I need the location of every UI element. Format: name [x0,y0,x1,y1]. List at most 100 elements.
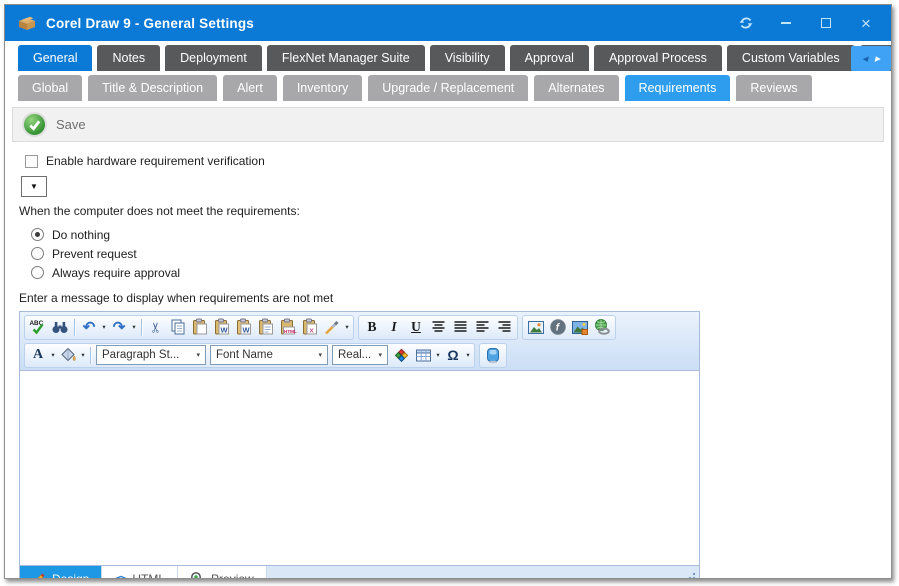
hyperlink-button[interactable] [591,317,613,338]
tab-approval[interactable]: Approval [510,45,589,71]
chevron-down-icon: ▼ [30,182,38,191]
find-button[interactable] [49,317,71,338]
redo-icon: ↷ [113,320,126,335]
spellcheck-button[interactable]: ABC [27,317,49,338]
design-mode-tab[interactable]: Design [20,566,102,579]
cut-button[interactable]: ✂ [145,317,167,338]
scroll-right-icon[interactable]: ▸ [875,52,881,65]
background-color-dropdown-caret[interactable]: ▾ [79,351,87,359]
tab-general[interactable]: General [18,45,92,71]
paste-as-html-button[interactable]: HTML [277,317,299,338]
tab-flexnet-manager-suite[interactable]: FlexNet Manager Suite [267,45,425,71]
media-manager-button[interactable] [482,345,504,366]
redo-button[interactable]: ↷ [108,317,130,338]
tab-custom-variables[interactable]: Custom Variables [727,45,855,71]
hardware-verification-checkbox[interactable] [25,155,38,168]
paste-special-button[interactable]: x [299,317,321,338]
html-mode-label: HTML [132,572,165,580]
tab-notes[interactable]: Notes [97,45,160,71]
do-nothing-radio[interactable] [31,228,44,241]
subtab-alternates[interactable]: Alternates [534,75,618,101]
color-swatch-button[interactable] [390,345,412,366]
align-justify-button[interactable] [449,317,471,338]
subtab-global[interactable]: Global [18,75,82,101]
align-justify-icon [453,320,468,334]
toolbar-separator [141,319,142,336]
flash-icon: f [549,318,567,336]
tab-visibility[interactable]: Visibility [430,45,505,71]
html-mode-tab[interactable]: <> HTML [102,566,178,579]
resize-grip[interactable] [684,573,696,579]
undo-button[interactable]: ↶ [78,317,100,338]
insert-flash-button[interactable]: f [547,317,569,338]
editor-content[interactable] [20,371,699,565]
tab-approval-process[interactable]: Approval Process [594,45,722,71]
italic-icon: I [391,319,396,335]
bold-button[interactable]: B [361,317,383,338]
align-center-button[interactable] [427,317,449,338]
subtab-reviews[interactable]: Reviews [736,75,811,101]
background-color-button[interactable] [57,345,79,366]
format-painter-button[interactable] [321,317,343,338]
subtab-upgrade-replacement[interactable]: Upgrade / Replacement [368,75,528,101]
insert-table-button[interactable] [412,345,434,366]
paint-bucket-icon [60,347,77,363]
underline-icon: U [411,319,421,335]
refresh-button[interactable] [733,11,759,35]
toolbar-panel-media: f [522,315,616,340]
close-button[interactable]: × [853,11,879,35]
font-size-select[interactable]: Real... ▾ [332,345,388,365]
subtab-title-description[interactable]: Title & Description [88,75,217,101]
requirements-not-met-label: When the computer does not meet the requ… [19,204,891,218]
always-require-approval-radio[interactable] [31,266,44,279]
tab-scroll-buttons[interactable]: ◂ ▸ [851,46,891,71]
paste-word-cleaned-button[interactable]: W [233,317,255,338]
tab-deployment[interactable]: Deployment [165,45,262,71]
save-button[interactable]: Save [22,112,86,137]
insert-symbol-button[interactable]: Ω [442,345,464,366]
maximize-button[interactable] [813,11,839,35]
toolbar-separator [74,319,75,336]
subtab-inventory[interactable]: Inventory [283,75,362,101]
paste-from-word-button[interactable]: W [211,317,233,338]
undo-dropdown-caret[interactable]: ▾ [100,323,108,331]
font-name-value: Font Name [216,349,313,361]
paste-plain-text-icon [257,318,275,336]
do-nothing-label: Do nothing [52,228,110,242]
image-manager-button[interactable] [569,317,591,338]
table-dropdown-caret[interactable]: ▾ [434,351,442,359]
paste-plain-text-button[interactable] [255,317,277,338]
copy-button[interactable] [167,317,189,338]
align-left-button[interactable] [471,317,493,338]
minimize-button[interactable] [773,11,799,35]
subtab-requirements[interactable]: Requirements [625,75,731,101]
requirement-dropdown-button[interactable]: ▼ [21,176,47,197]
font-name-select[interactable]: Font Name ▾ [210,345,328,365]
refresh-icon [738,15,754,31]
insert-image-button[interactable] [525,317,547,338]
symbol-dropdown-caret[interactable]: ▾ [464,351,472,359]
chevron-down-icon: ▾ [318,351,322,359]
pencil-icon [32,572,46,580]
underline-button[interactable]: U [405,317,427,338]
paragraph-style-select[interactable]: Paragraph St... ▾ [96,345,206,365]
package-icon [17,14,37,32]
italic-button[interactable]: I [383,317,405,338]
toolbar-panel-font: A ▾ ▾ Paragraph St... ▾ [24,343,475,368]
preview-mode-label: Preview [211,572,254,580]
font-color-dropdown-caret[interactable]: ▾ [49,351,57,359]
scroll-left-icon[interactable]: ◂ [862,52,868,65]
prevent-request-radio[interactable] [31,247,44,260]
font-color-button[interactable]: A [27,345,49,366]
redo-dropdown-caret[interactable]: ▾ [130,323,138,331]
format-painter-dropdown-caret[interactable]: ▾ [343,323,351,331]
paste-button[interactable] [189,317,211,338]
subtab-alert[interactable]: Alert [223,75,277,101]
toolbar-panel-format: B I U [358,315,518,340]
editor-toolbar-row-2: A ▾ ▾ Paragraph St... ▾ [22,341,697,369]
scissors-icon: ✂ [147,321,164,333]
preview-mode-tab[interactable]: Preview [178,566,267,579]
paste-from-word-icon: W [213,318,231,336]
color-swatch-icon [393,347,410,363]
align-right-button[interactable] [493,317,515,338]
